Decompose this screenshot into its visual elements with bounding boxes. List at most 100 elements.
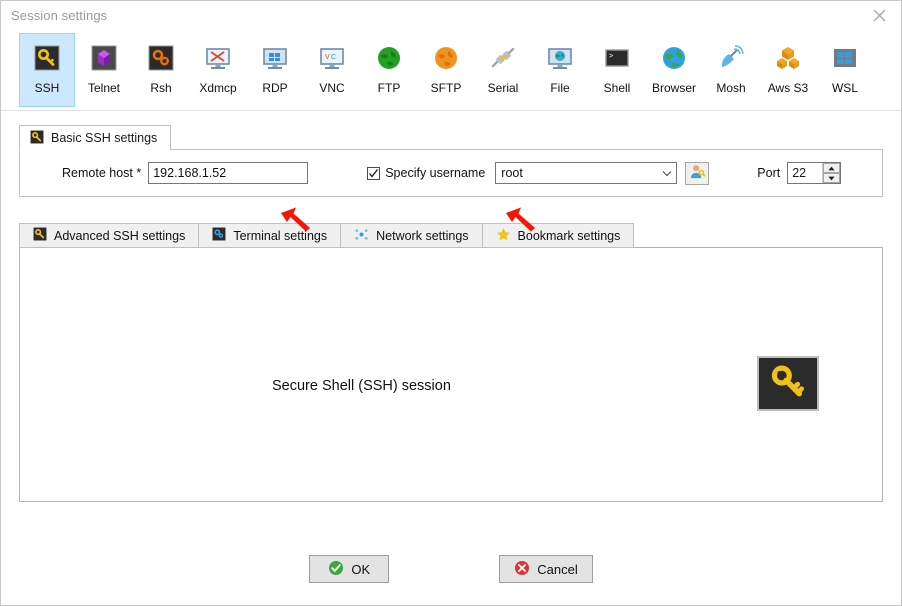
tab-label: Bookmark settings bbox=[517, 228, 621, 243]
tab-label: Network settings bbox=[376, 228, 469, 243]
session-type-xdmcp[interactable]: Xdmcp bbox=[190, 33, 246, 107]
ssh-key-icon bbox=[30, 130, 44, 147]
session-type-sftp[interactable]: SFTP bbox=[418, 33, 474, 107]
session-description-panel: Secure Shell (SSH) session bbox=[19, 247, 883, 502]
ok-button[interactable]: OK bbox=[309, 555, 390, 583]
cancel-button[interactable]: Cancel bbox=[499, 555, 593, 583]
tab-label: Terminal settings bbox=[233, 228, 328, 243]
cancel-button-label: Cancel bbox=[537, 561, 578, 577]
sftp-globe-icon bbox=[430, 42, 462, 74]
port-label: Port bbox=[757, 166, 781, 180]
port-decrement-button[interactable] bbox=[823, 173, 841, 183]
caret-down-icon bbox=[828, 176, 835, 180]
session-type-label: VNC bbox=[319, 81, 345, 95]
session-type-browser[interactable]: Browser bbox=[646, 33, 702, 107]
session-type-label: Browser bbox=[651, 81, 696, 95]
port-value[interactable]: 22 bbox=[788, 163, 822, 183]
session-type-telnet[interactable]: Telnet bbox=[76, 33, 132, 107]
session-type-ftp[interactable]: FTP bbox=[361, 33, 417, 107]
remote-host-input[interactable] bbox=[148, 162, 309, 184]
ssh-key-icon bbox=[33, 227, 47, 244]
session-type-label: Telnet bbox=[87, 81, 121, 95]
select-user-button[interactable] bbox=[685, 161, 710, 185]
session-type-label: RDP bbox=[262, 81, 288, 95]
x-circle-icon bbox=[514, 560, 530, 579]
chevron-down-icon bbox=[658, 170, 676, 177]
remote-host-label: Remote host * bbox=[62, 166, 142, 180]
session-type-vnc[interactable]: V C VNC bbox=[304, 33, 360, 107]
mosh-dish-icon bbox=[715, 42, 747, 74]
session-type-label: Rsh bbox=[150, 81, 172, 95]
dialog-footer: OK Cancel bbox=[1, 533, 901, 605]
star-icon bbox=[496, 227, 511, 245]
session-type-label: SSH bbox=[34, 81, 60, 95]
username-value: root bbox=[501, 166, 523, 180]
session-type-serial[interactable]: Serial bbox=[475, 33, 531, 107]
svg-text:>: > bbox=[609, 53, 613, 61]
session-type-label: FTP bbox=[377, 81, 401, 95]
rdp-monitor-icon bbox=[259, 42, 291, 74]
session-type-rdp[interactable]: RDP bbox=[247, 33, 303, 107]
session-type-label: File bbox=[550, 81, 570, 95]
close-button[interactable] bbox=[857, 1, 901, 29]
session-type-label: Shell bbox=[603, 81, 631, 95]
check-circle-icon bbox=[328, 560, 344, 579]
specify-username-checkbox-row[interactable]: Specify username bbox=[367, 166, 485, 180]
tab-label: Advanced SSH settings bbox=[54, 228, 186, 243]
session-type-badge bbox=[757, 356, 819, 411]
aws-s3-boxes-icon bbox=[772, 42, 804, 74]
checkmark-icon bbox=[369, 168, 379, 178]
username-combo[interactable]: root bbox=[495, 162, 678, 184]
session-type-wsl[interactable]: WSL bbox=[817, 33, 873, 107]
session-settings-dialog: Session settings SSH Telnet Rsh Xdmcp RD… bbox=[0, 0, 902, 606]
ok-button-label: OK bbox=[351, 561, 371, 577]
tab-basic-ssh-settings[interactable]: Basic SSH settings bbox=[19, 125, 172, 151]
basic-settings-tabstrip: Basic SSH settings bbox=[19, 124, 883, 151]
session-type-shell[interactable]: > Shell bbox=[589, 33, 645, 107]
rsh-gears-icon bbox=[145, 42, 177, 74]
session-type-mosh[interactable]: Mosh bbox=[703, 33, 759, 107]
basic-settings-body: Remote host * Specify username root bbox=[19, 149, 883, 197]
session-type-label: Mosh bbox=[716, 81, 746, 95]
ftp-globe-icon bbox=[373, 42, 405, 74]
session-type-toolbar: SSH Telnet Rsh Xdmcp RDP V C VNC FTP SFT… bbox=[1, 29, 901, 111]
caret-up-icon bbox=[828, 166, 835, 170]
specify-username-checkbox[interactable] bbox=[367, 166, 381, 180]
sub-settings-tabstrip: Advanced SSH settings Terminal settings bbox=[19, 223, 883, 248]
tab-network-settings[interactable]: Network settings bbox=[340, 223, 482, 248]
wsl-windows-icon bbox=[829, 42, 861, 74]
shell-console-icon: > bbox=[601, 42, 633, 74]
svg-text:V: V bbox=[325, 54, 330, 61]
ssh-key-icon bbox=[767, 361, 809, 406]
port-spin-buttons bbox=[822, 163, 841, 183]
vnc-monitor-icon: V C bbox=[316, 42, 348, 74]
window-title: Session settings bbox=[11, 7, 108, 23]
tab-bookmark-settings[interactable]: Bookmark settings bbox=[481, 223, 635, 248]
terminal-gear-icon bbox=[212, 227, 226, 244]
session-description-text: Secure Shell (SSH) session bbox=[272, 378, 451, 394]
svg-text:C: C bbox=[331, 54, 336, 61]
session-type-aws-s3[interactable]: Aws S3 bbox=[760, 33, 816, 107]
tab-label: Basic SSH settings bbox=[51, 131, 158, 145]
port-spinner[interactable]: 22 bbox=[787, 162, 842, 184]
tab-terminal-settings[interactable]: Terminal settings bbox=[198, 223, 341, 248]
network-dots-icon bbox=[354, 227, 369, 245]
ssh-key-icon bbox=[31, 42, 63, 74]
session-type-label: Xdmcp bbox=[199, 81, 237, 95]
session-type-file[interactable]: File bbox=[532, 33, 588, 107]
session-type-ssh[interactable]: SSH bbox=[19, 33, 75, 107]
session-type-label: WSL bbox=[831, 81, 858, 95]
telnet-cube-icon bbox=[88, 42, 120, 74]
port-increment-button[interactable] bbox=[823, 163, 841, 173]
file-monitor-icon bbox=[544, 42, 576, 74]
close-icon bbox=[873, 9, 886, 22]
titlebar: Session settings bbox=[1, 1, 901, 29]
session-type-label: SFTP bbox=[430, 81, 462, 95]
xdmcp-monitor-icon bbox=[202, 42, 234, 74]
session-type-label: Serial bbox=[487, 81, 519, 95]
settings-content: Basic SSH settings Remote host * Specify… bbox=[1, 111, 901, 533]
user-key-icon bbox=[689, 163, 706, 183]
session-type-label: Aws S3 bbox=[767, 81, 809, 95]
session-type-rsh[interactable]: Rsh bbox=[133, 33, 189, 107]
tab-advanced-ssh-settings[interactable]: Advanced SSH settings bbox=[19, 223, 199, 248]
